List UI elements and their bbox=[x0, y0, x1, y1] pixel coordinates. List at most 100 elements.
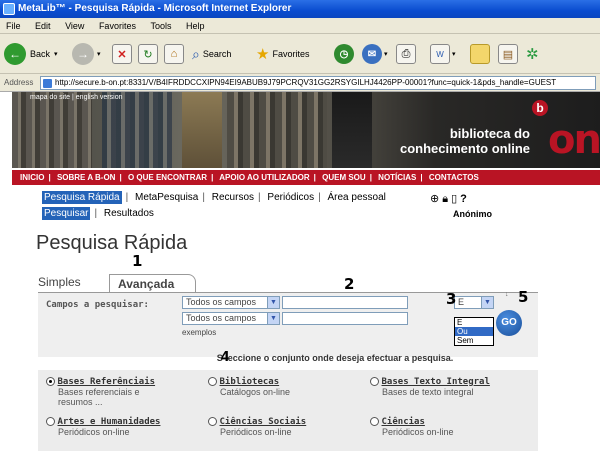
category-ciencias-sociais[interactable]: Ciências Sociais Periódicos on-line bbox=[208, 416, 330, 437]
category-grid: Bases Referênciais Bases referenciais e … bbox=[38, 370, 538, 451]
tab-metapesquisa[interactable]: MetaPesquisa bbox=[135, 192, 198, 203]
menu-tools[interactable]: Tools bbox=[144, 18, 177, 34]
banner-bookshelf bbox=[227, 92, 327, 168]
field-select-2[interactable]: Todos os campos ▼ bbox=[182, 312, 280, 325]
search-input-2[interactable] bbox=[282, 312, 408, 325]
search-button[interactable]: ⌕ Search bbox=[192, 41, 231, 67]
forward-arrow-icon: → bbox=[72, 43, 94, 65]
address-bar: Address http://secure.b-on.pt:8331/V/B4I… bbox=[0, 74, 600, 92]
back-arrow-icon: ← bbox=[4, 43, 26, 65]
logo-b: b bbox=[532, 100, 548, 116]
radio[interactable] bbox=[370, 377, 379, 387]
tab-resultados[interactable]: Resultados bbox=[104, 208, 154, 219]
banner-bookshelf bbox=[332, 92, 372, 168]
page-title: Pesquisa Rápida bbox=[36, 232, 188, 254]
campos-label: Campos a pesquisar: bbox=[46, 300, 149, 310]
chevron-down-icon: ▼ bbox=[267, 297, 279, 308]
menu-file[interactable]: File bbox=[0, 18, 27, 34]
exemplos-link[interactable]: exemplos bbox=[182, 328, 216, 337]
category-bases-referenciais[interactable]: Bases Referênciais Bases referenciais e … bbox=[46, 376, 168, 407]
favorites-button[interactable]: ★ Favorites bbox=[256, 41, 309, 67]
tab-pesquisa-rapida[interactable]: Pesquisa Rápida bbox=[42, 191, 122, 204]
home-button[interactable]: ⌂ bbox=[164, 41, 184, 67]
messenger-button[interactable]: ✲ bbox=[526, 41, 539, 67]
tab-area-pessoal[interactable]: Área pessoal bbox=[328, 192, 386, 203]
nav-inicio[interactable]: INICIO bbox=[20, 173, 44, 182]
nav-noticias[interactable]: NOTÍCIAS bbox=[378, 173, 416, 182]
operator-option-sem[interactable]: Sem bbox=[455, 336, 493, 345]
chevron-down-icon: ▾ bbox=[54, 51, 58, 58]
tab-simples[interactable]: Simples bbox=[38, 275, 81, 289]
chevron-down-icon: ▾ bbox=[97, 51, 101, 58]
search-icon: ⌕ bbox=[192, 45, 200, 62]
menu-view[interactable]: View bbox=[59, 18, 90, 34]
search-input-1[interactable] bbox=[282, 296, 408, 309]
document-icon[interactable]: ▯ bbox=[451, 193, 460, 205]
globe-icon[interactable]: ⊕ bbox=[430, 193, 442, 205]
home-icon: ⌂ bbox=[164, 44, 184, 64]
window-title-bar: MetaLib™ - Pesquisa Rápida - Microsoft I… bbox=[0, 0, 600, 18]
arrow-down-icon: ↓ bbox=[505, 291, 509, 298]
hint-text: S4eccione o conjunto onde deseja efectua… bbox=[0, 350, 600, 365]
nav-contactos[interactable]: CONTACTOS bbox=[429, 173, 479, 182]
menu-favorites[interactable]: Favorites bbox=[93, 18, 142, 34]
search-label: Search bbox=[202, 49, 232, 59]
lock-icon[interactable]: 🔒︎ bbox=[442, 193, 451, 205]
sub-nav-2: Pesquisar | Resultados bbox=[42, 207, 154, 220]
refresh-button[interactable]: ↻ bbox=[138, 41, 158, 67]
banner-bookshelf bbox=[12, 92, 92, 168]
tab-periodicos[interactable]: Periódicos bbox=[267, 192, 314, 203]
stop-button[interactable]: ✕ bbox=[112, 41, 132, 67]
radio[interactable] bbox=[208, 377, 217, 387]
star-icon: ★ bbox=[256, 46, 270, 63]
address-input[interactable]: http://secure.b-on.pt:8331/V/B4IFRDDCCXI… bbox=[40, 76, 596, 90]
address-url: http://secure.b-on.pt:8331/V/B4IFRDDCCXI… bbox=[55, 78, 557, 87]
category-bases-texto-integral[interactable]: Bases Texto Integral Bases de texto inte… bbox=[370, 376, 522, 397]
print-button[interactable]: ⎙ bbox=[396, 41, 416, 67]
folder-button[interactable] bbox=[470, 41, 490, 67]
messenger-icon: ✲ bbox=[526, 46, 539, 63]
go-button[interactable]: GO bbox=[496, 310, 522, 336]
browser-toolbar: ← Back ▾ → ▾ ✕ ↻ ⌂ ⌕ Search ★ Favorites … bbox=[0, 34, 600, 74]
tab-avancada[interactable]: Avançada bbox=[109, 274, 196, 292]
marker-1: 1 bbox=[132, 252, 143, 270]
window-title: MetaLib™ - Pesquisa Rápida - Microsoft I… bbox=[18, 3, 292, 14]
back-button[interactable]: ← Back ▾ bbox=[4, 41, 58, 67]
operator-option-ou[interactable]: Ou bbox=[455, 327, 493, 336]
nav-sobre[interactable]: SOBRE A B-ON bbox=[57, 173, 116, 182]
category-bibliotecas[interactable]: Bibliotecas Catálogos on-line bbox=[208, 376, 330, 397]
page-icon bbox=[43, 79, 52, 88]
menu-edit[interactable]: Edit bbox=[29, 18, 57, 34]
operator-select[interactable]: E ▼ bbox=[454, 296, 494, 309]
user-label: Anónimo bbox=[453, 209, 492, 219]
category-artes-humanidades[interactable]: Artes e Humanidades Periódicos on-line bbox=[46, 416, 168, 437]
tab-recursos[interactable]: Recursos bbox=[212, 192, 254, 203]
radio[interactable] bbox=[46, 417, 55, 427]
radio[interactable] bbox=[208, 417, 217, 427]
banner: mapa do site | english version b bibliot… bbox=[12, 92, 600, 168]
address-label: Address bbox=[4, 78, 34, 87]
radio[interactable] bbox=[370, 417, 379, 427]
field-select-1[interactable]: Todos os campos ▼ bbox=[182, 296, 280, 309]
history-button[interactable]: ◷ bbox=[334, 41, 354, 67]
operator-dropdown-list: E Ou Sem bbox=[454, 317, 494, 346]
operator-option-e[interactable]: E bbox=[455, 318, 493, 327]
chevron-down-icon: ▾ bbox=[384, 51, 388, 58]
help-icon[interactable]: ? bbox=[460, 193, 470, 205]
menu-help[interactable]: Help bbox=[180, 18, 211, 34]
nav-o-que-encontrar[interactable]: O QUE ENCONTRAR bbox=[128, 173, 207, 182]
nav-quem-sou[interactable]: QUEM SOU bbox=[322, 173, 366, 182]
nav-apoio[interactable]: APOIO AO UTILIZADOR bbox=[219, 173, 309, 182]
research-button[interactable]: ▤ bbox=[498, 41, 518, 67]
logo-line1: biblioteca do bbox=[449, 126, 530, 141]
sitemap-links[interactable]: mapa do site | english version bbox=[30, 94, 122, 101]
edit-button[interactable]: W ▾ bbox=[430, 41, 456, 67]
tab-pesquisar[interactable]: Pesquisar bbox=[42, 207, 91, 220]
category-ciencias[interactable]: Ciências Periódicos on-line bbox=[370, 416, 492, 437]
banner-bookshelf bbox=[102, 92, 172, 168]
banner-bookshelf bbox=[182, 92, 222, 168]
menu-bar: File Edit View Favorites Tools Help bbox=[0, 18, 600, 34]
forward-button[interactable]: → ▾ bbox=[72, 41, 101, 67]
radio-selected[interactable] bbox=[46, 377, 55, 387]
mail-button[interactable]: ✉ ▾ bbox=[362, 41, 388, 67]
